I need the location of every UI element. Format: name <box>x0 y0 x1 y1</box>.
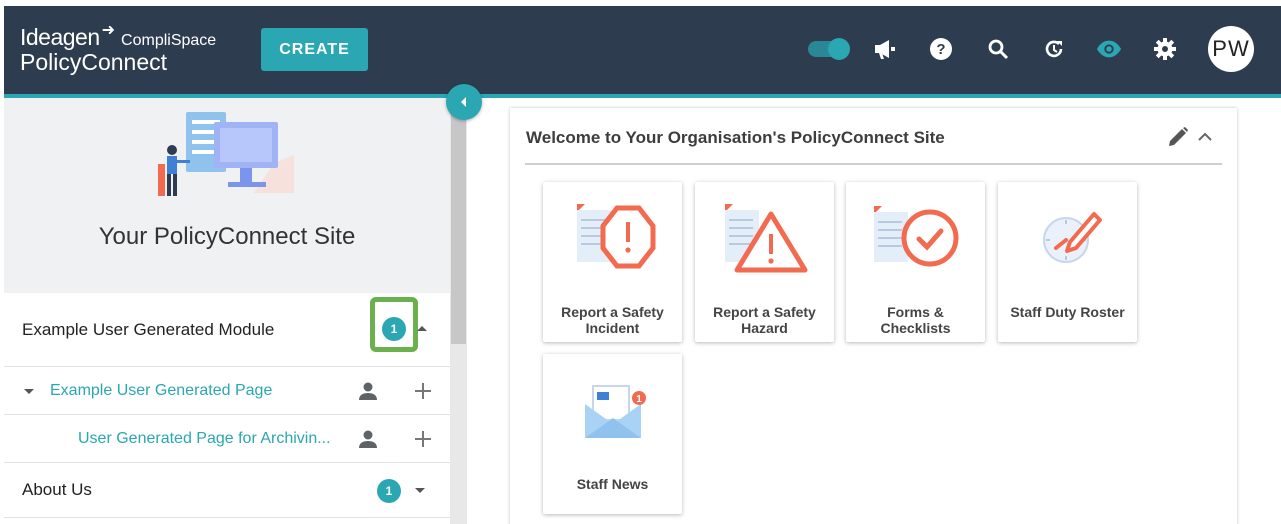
about-label: About Us <box>22 480 92 499</box>
hazard-icon <box>725 204 808 273</box>
card-title: Welcome to Your Organisation's PolicyCon… <box>526 128 945 147</box>
gear-icon[interactable] <box>1152 36 1178 62</box>
toggle-knob <box>828 38 850 60</box>
module-count-badge: 1 <box>382 317 406 341</box>
brand-mark-icon: ➜ <box>101 22 116 39</box>
tile-staff-duty-roster[interactable]: Staff Duty Roster <box>998 182 1137 342</box>
brand-product: PolicyConnect <box>20 49 168 75</box>
site-title: Your PolicyConnect Site <box>98 223 356 250</box>
add-icon[interactable] <box>414 430 432 448</box>
chevron-up-icon[interactable] <box>1196 128 1214 146</box>
tile-label: Forms & Checklists <box>880 304 951 336</box>
toggle-switch[interactable] <box>808 38 852 60</box>
site-illustration-icon <box>158 112 294 196</box>
roster-icon <box>1043 212 1102 263</box>
tile-report-safety-incident[interactable]: Report a Safety Incident <box>543 182 682 342</box>
sidebar-page-row[interactable]: Example User Generated Page <box>4 367 450 415</box>
tile-label: Staff News <box>576 476 649 492</box>
tile-staff-news[interactable]: 1 Staff News <box>543 354 682 514</box>
incident-icon <box>577 204 656 269</box>
create-button[interactable]: CREATE <box>261 28 368 71</box>
person-icon[interactable] <box>358 381 378 401</box>
page-link[interactable]: Example User Generated Page <box>50 382 272 400</box>
chevron-down-icon[interactable] <box>24 389 34 394</box>
tile-label: Staff Duty Roster <box>1010 304 1125 320</box>
collapse-sidebar-button[interactable] <box>446 84 482 120</box>
site-hero: Your PolicyConnect Site <box>4 98 450 293</box>
chevron-down-icon[interactable] <box>415 488 425 493</box>
history-icon[interactable] <box>1041 36 1067 62</box>
checklist-icon <box>874 206 959 267</box>
tile-report-safety-hazard[interactable]: Report a Safety Hazard <box>695 182 834 342</box>
edit-icon[interactable] <box>1167 126 1189 148</box>
welcome-card: Welcome to Your Organisation's PolicyCon… <box>510 108 1237 524</box>
chevron-up-icon[interactable] <box>417 326 427 331</box>
sidebar-about-row[interactable]: About Us 1 <box>4 463 450 518</box>
add-icon[interactable] <box>414 382 432 400</box>
brand-complispace: CompliSpace <box>121 32 217 49</box>
eye-icon[interactable] <box>1096 36 1122 62</box>
sidebar-scrollbar-thumb[interactable] <box>451 98 466 344</box>
tile-forms-checklists[interactable]: Forms & Checklists <box>846 182 985 342</box>
chevron-left-icon <box>461 97 466 107</box>
megaphone-icon[interactable] <box>872 36 898 62</box>
brand-ideagen: Ideagen <box>20 24 100 50</box>
subpage-link[interactable]: User Generated Page for Archivin... <box>78 430 331 448</box>
avatar[interactable]: PW <box>1208 26 1254 72</box>
svg-text:1: 1 <box>636 394 642 405</box>
brand-logo[interactable]: Ideagen ➜ CompliSpace PolicyConnect <box>20 22 217 76</box>
news-icon: 1 <box>585 385 646 438</box>
tile-label: Report a Safety Incident <box>561 304 664 336</box>
sidebar-subpage-row[interactable]: User Generated Page for Archivin... <box>4 415 450 463</box>
card-divider <box>525 163 1222 165</box>
person-icon[interactable] <box>358 429 378 449</box>
svg-text:?: ? <box>936 41 945 58</box>
about-count-badge: 1 <box>377 479 401 503</box>
help-icon[interactable]: ? <box>928 36 954 62</box>
search-icon[interactable] <box>985 36 1011 62</box>
module-label: Example User Generated Module <box>22 319 275 339</box>
tile-label: Report a Safety Hazard <box>713 304 816 336</box>
sidebar-module-row[interactable]: Example User Generated Module 1 <box>4 293 450 367</box>
top-bar: Ideagen ➜ CompliSpace PolicyConnect CREA… <box>4 6 1281 94</box>
